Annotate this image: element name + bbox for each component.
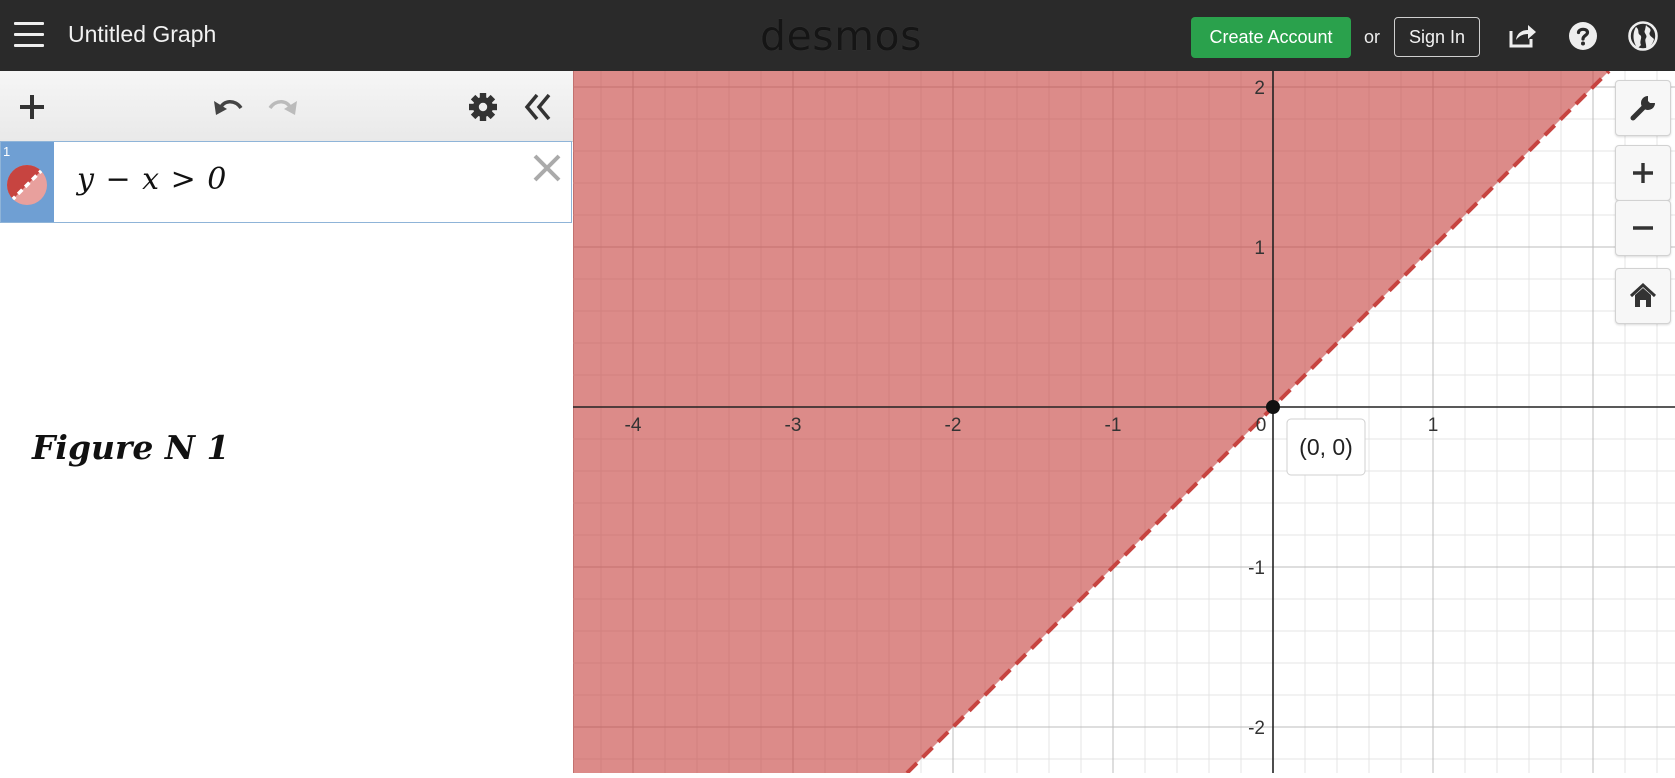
undo-icon[interactable] [210, 89, 246, 125]
point-label: (0, 0) [1286, 418, 1366, 476]
graph-paper[interactable]: -4 -3 -2 -1 0 1 2 1 -1 -2 (0, 0) [573, 69, 1675, 775]
x-tick-label: 0 [1256, 415, 1267, 436]
inequality-shaded-region [573, 71, 1609, 773]
y-tick-label: 2 [1254, 78, 1265, 99]
expression-tab[interactable]: 1 [1, 142, 54, 222]
expression-input[interactable]: y − x > 0 [77, 162, 227, 197]
x-tick-label: -3 [785, 415, 802, 436]
graph-title[interactable]: Untitled Graph [68, 21, 216, 48]
zoom-out-icon[interactable] [1615, 200, 1671, 256]
zoom-in-icon[interactable] [1615, 145, 1671, 201]
expression-index: 1 [3, 144, 11, 159]
x-tick-label: -2 [945, 415, 962, 436]
expression-item[interactable]: 1 y − x > 0 [0, 141, 572, 223]
close-icon[interactable] [529, 150, 565, 186]
x-tick-label: 1 [1428, 415, 1439, 436]
plus-icon[interactable] [14, 89, 50, 125]
y-tick-label: 1 [1254, 238, 1265, 259]
point-label-text: (0, 0) [1299, 434, 1353, 460]
y-tick-label: -1 [1248, 558, 1265, 579]
redo-icon[interactable] [265, 89, 301, 125]
wrench-icon[interactable] [1615, 80, 1671, 136]
or-label: or [1364, 27, 1381, 47]
x-tick-label: -1 [1105, 415, 1122, 436]
double-chevron-left-icon[interactable] [520, 89, 556, 125]
share-icon[interactable] [1505, 19, 1539, 53]
figure-caption: Figure N 1 [32, 428, 230, 467]
expression-panel: 1 y − x > 0 Figure N 1 [0, 71, 574, 773]
top-bar: Untitled Graph desmos Create Account or … [0, 0, 1675, 71]
origin-point[interactable] [1266, 400, 1280, 414]
y-tick-label: -2 [1248, 718, 1265, 739]
expression-toolbar [0, 71, 573, 142]
graph-canvas[interactable]: -4 -3 -2 -1 0 1 2 1 -1 -2 (0, 0) [573, 69, 1675, 775]
home-icon[interactable] [1615, 268, 1671, 324]
hamburger-icon[interactable] [14, 22, 44, 48]
x-tick-label: -4 [625, 415, 642, 436]
desmos-logo: desmos [760, 12, 922, 60]
sign-in-button[interactable]: Sign In [1394, 17, 1480, 57]
globe-icon[interactable] [1626, 19, 1660, 53]
create-account-button[interactable]: Create Account [1191, 17, 1351, 58]
inequality-style-icon[interactable] [6, 164, 48, 206]
gear-icon[interactable] [465, 89, 501, 125]
help-icon[interactable] [1566, 19, 1600, 53]
